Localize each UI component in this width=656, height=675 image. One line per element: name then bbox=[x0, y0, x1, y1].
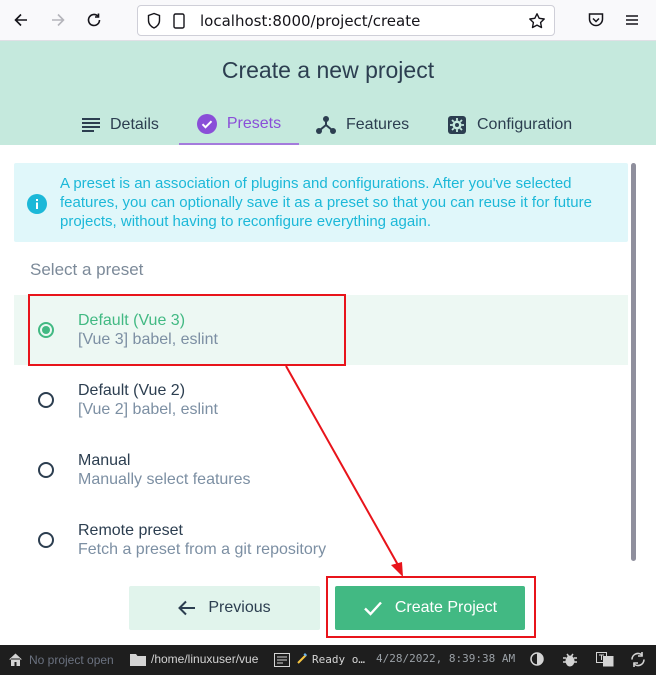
translate-icon[interactable] bbox=[596, 652, 614, 667]
sync-icon[interactable] bbox=[630, 652, 646, 667]
status-bar: No project open /home/linuxuser/vue Read… bbox=[0, 645, 656, 675]
home-icon bbox=[9, 653, 22, 666]
status-project-label: No project open bbox=[29, 652, 114, 667]
status-log[interactable]: Ready o… bbox=[274, 652, 365, 667]
folder-icon bbox=[130, 653, 146, 666]
terminal-icon bbox=[274, 652, 290, 667]
bug-icon[interactable] bbox=[563, 652, 577, 667]
status-log-text: Ready o… bbox=[312, 653, 365, 666]
status-project[interactable]: No project open bbox=[8, 652, 114, 667]
status-log-icon bbox=[296, 652, 308, 667]
contrast-icon[interactable] bbox=[530, 652, 544, 666]
status-folder[interactable]: /home/linuxuser/vue bbox=[130, 652, 258, 666]
status-time: 4/28/2022, 8:39:38 AM bbox=[376, 652, 516, 665]
status-folder-label: /home/linuxuser/vue bbox=[151, 652, 259, 666]
annotation-arrow bbox=[285, 365, 403, 577]
